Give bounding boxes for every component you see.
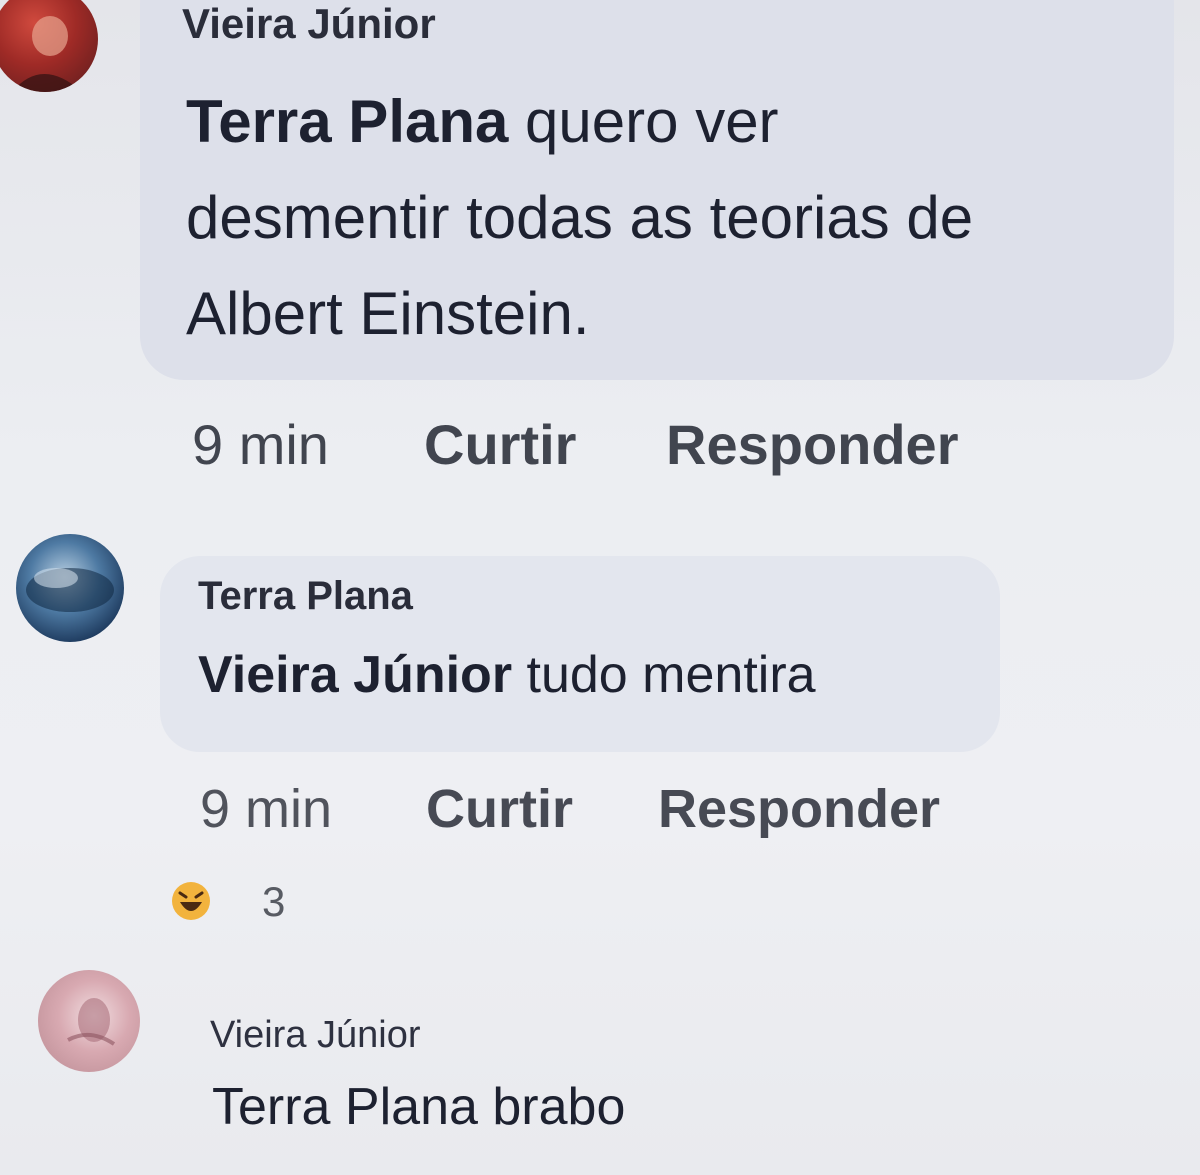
comment-author[interactable]: Terra Plana	[198, 574, 413, 619]
comment-author[interactable]: Vieira Júnior	[182, 0, 436, 48]
comment-text-line: desmentir todas as teorias de	[186, 184, 974, 251]
reply-button[interactable]: Responder	[658, 778, 940, 840]
comment-text-line: brabo	[477, 1078, 626, 1136]
reply-button[interactable]: Responder	[666, 412, 959, 477]
mention-link[interactable]: Terra Plana	[212, 1078, 478, 1136]
laughing-emoji-icon[interactable]	[170, 880, 212, 922]
comment-text-line: tudo mentira	[512, 646, 816, 704]
comment-text: Vieira Júnior tudo mentira	[198, 644, 998, 706]
mention-link[interactable]: Terra Plana	[186, 88, 508, 155]
comment-text-line: quero ver	[508, 88, 779, 155]
mention-link[interactable]: Vieira Júnior	[198, 646, 512, 704]
avatar[interactable]	[38, 970, 140, 1072]
reaction-count[interactable]: 3	[262, 878, 285, 926]
avatar-image	[26, 568, 114, 612]
like-button[interactable]: Curtir	[424, 412, 576, 477]
comment-author[interactable]: Vieira Júnior	[210, 1014, 421, 1057]
comment-text-line: Albert Einstein.	[186, 280, 590, 347]
comment-text: Terra Plana quero ver desmentir todas as…	[186, 74, 1146, 362]
like-button[interactable]: Curtir	[426, 778, 573, 840]
avatar-image	[67, 998, 116, 1046]
comment-timestamp[interactable]: 9 min	[192, 412, 329, 477]
avatar[interactable]	[16, 534, 124, 642]
comment-text: Terra Plana brabo	[212, 1076, 912, 1138]
comment-timestamp[interactable]: 9 min	[200, 778, 332, 840]
